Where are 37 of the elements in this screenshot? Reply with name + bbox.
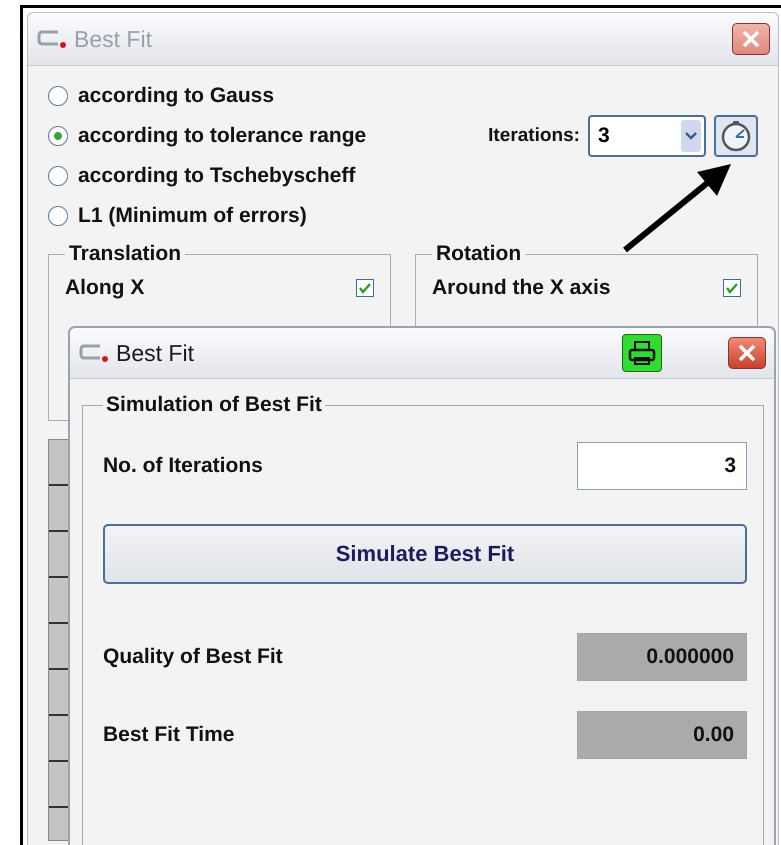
field-label: Best Fit Time [103, 723, 234, 747]
iterations-dropdown[interactable]: 3 [588, 115, 706, 157]
radio-button[interactable] [48, 206, 68, 226]
group-title: Simulation of Best Fit [106, 393, 322, 416]
checkbox[interactable] [723, 279, 741, 297]
iterations-field[interactable]: 3 [577, 442, 747, 490]
radio-label: according to tolerance range [78, 124, 366, 148]
caret-icon [684, 131, 698, 141]
radio-button[interactable] [48, 86, 68, 106]
iterations-label: Iterations: [488, 125, 580, 147]
app-logo-icon [36, 28, 68, 50]
window-title: Best Fit [74, 26, 153, 52]
checkbox-label: Along X [65, 276, 144, 300]
close-icon [736, 342, 758, 364]
group-title: Rotation [436, 242, 522, 265]
window-title: Best Fit [116, 340, 195, 366]
checkbox-label: Around the X axis [432, 276, 611, 300]
radio-button[interactable] [48, 126, 68, 146]
simulate-button[interactable]: Simulate Best Fit [103, 524, 747, 584]
field-label: No. of Iterations [103, 454, 263, 478]
app-logo-icon [78, 342, 110, 364]
close-button[interactable] [732, 23, 770, 55]
radio-label: L1 (Minimum of errors) [78, 204, 307, 228]
stopwatch-button[interactable] [714, 115, 758, 157]
stopwatch-icon [719, 119, 753, 153]
close-button[interactable] [728, 337, 766, 369]
field-label: Quality of Best Fit [103, 645, 283, 669]
print-button[interactable] [622, 334, 662, 372]
readonly-field: 0.00 [577, 711, 747, 759]
readonly-field: 0.000000 [577, 633, 747, 681]
radio-label: according to Gauss [78, 84, 274, 108]
printer-icon [628, 340, 656, 366]
group-title: Translation [69, 242, 182, 265]
radio-button[interactable] [48, 166, 68, 186]
close-icon [740, 28, 762, 50]
radio-label: according to Tschebyscheff [78, 164, 356, 188]
checkbox[interactable] [356, 279, 374, 297]
